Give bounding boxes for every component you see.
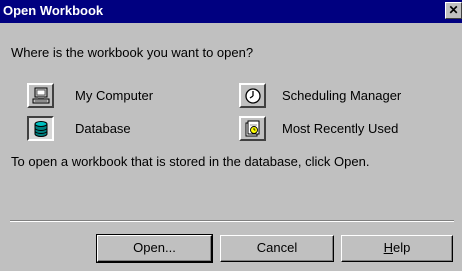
- close-icon: ✕: [448, 3, 459, 17]
- computer-icon: [32, 87, 50, 104]
- most-recently-used-button[interactable]: [239, 116, 266, 141]
- most-recently-used-label: Most Recently Used: [282, 121, 399, 136]
- my-computer-label: My Computer: [75, 88, 154, 103]
- close-button[interactable]: ✕: [445, 2, 462, 19]
- database-button[interactable]: [27, 116, 54, 141]
- database-label: Database: [75, 121, 131, 136]
- clock-icon: [245, 88, 261, 104]
- database-icon: [34, 121, 48, 137]
- open-workbook-dialog: Open Workbook ✕ Where is the workbook yo…: [0, 0, 462, 271]
- help-label: Help: [383, 240, 411, 255]
- open-button[interactable]: Open...: [96, 234, 213, 263]
- recent-files-icon: [245, 120, 260, 137]
- scheduling-manager-button[interactable]: [239, 83, 266, 108]
- separator: [10, 220, 454, 222]
- location-prompt: Where is the workbook you want to open?: [11, 45, 254, 60]
- title-bar[interactable]: Open Workbook ✕: [0, 0, 462, 23]
- help-button[interactable]: Help: [341, 235, 453, 262]
- scheduling-manager-label: Scheduling Manager: [282, 88, 402, 103]
- my-computer-button[interactable]: [27, 83, 54, 108]
- dialog-title: Open Workbook: [3, 3, 104, 18]
- info-text: To open a workbook that is stored in the…: [11, 154, 370, 169]
- cancel-button[interactable]: Cancel: [220, 235, 334, 262]
